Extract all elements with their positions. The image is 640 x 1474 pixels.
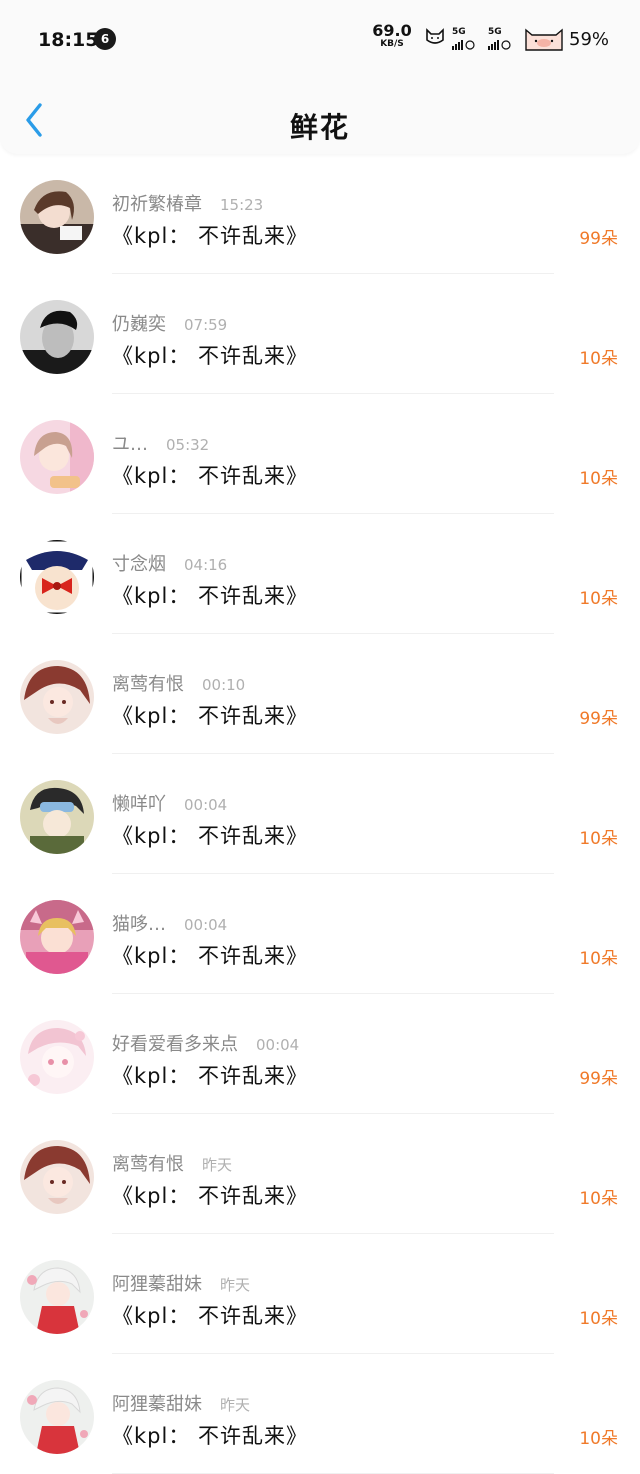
flower-count: 10朵	[579, 589, 618, 609]
gift-message: 《kpl： 不许乱来》	[112, 464, 309, 488]
list-item[interactable]: 寸念烟 04:16 《kpl： 不许乱来》 10朵	[0, 514, 640, 634]
flower-count: 10朵	[579, 949, 618, 969]
sender-name-text: 初祈繁椿章	[112, 194, 202, 215]
signal-1-label: 5G	[452, 27, 466, 37]
gift-message: 《kpl： 不许乱来》	[112, 224, 309, 248]
signal-2-icon: 5G	[488, 27, 514, 51]
sender-name-text: 离莺有恨	[112, 674, 184, 695]
sender-name: 阿狸蓁甜妹 昨天	[112, 1390, 250, 1416]
list-item[interactable]: 好看爱看多来点 00:04 《kpl： 不许乱来》 99朵	[0, 994, 640, 1114]
status-bar: 18:15 6 69.0 KB/S 5G 5G 59%	[0, 0, 640, 80]
sender-name-text: 离莺有恨	[112, 1154, 184, 1175]
sender-name-text: 阿狸蓁甜妹	[112, 1394, 202, 1415]
page-title: 鲜花	[289, 111, 350, 144]
gift-message: 《kpl： 不许乱来》	[112, 1184, 309, 1208]
signal-1-icon: 5G	[452, 27, 478, 51]
net-speed-unit: KB/S	[380, 39, 404, 49]
avatar[interactable]	[20, 660, 94, 734]
flower-count: 99朵	[579, 229, 618, 249]
avatar[interactable]	[20, 1380, 94, 1454]
sender-name-text: 阿狸蓁甜妹	[112, 1274, 202, 1295]
flower-count: 10朵	[579, 1309, 618, 1329]
gift-message: 《kpl： 不许乱来》	[112, 584, 309, 608]
sender-name: 离莺有恨 昨天	[112, 1150, 232, 1176]
sender-name: 离莺有恨 00:10	[112, 670, 245, 696]
sender-name-text: 猫哆…	[112, 914, 166, 935]
sender-name: ユ… 05:32	[112, 430, 209, 456]
list-item[interactable]: 阿狸蓁甜妹 昨天 《kpl： 不许乱来》 10朵	[0, 1354, 640, 1474]
gift-message: 《kpl： 不许乱来》	[112, 1304, 309, 1328]
avatar[interactable]	[20, 1140, 94, 1214]
status-time: 18:15	[38, 29, 99, 51]
sender-name: 仍巍奕 07:59	[112, 310, 227, 336]
list-item[interactable]: 离莺有恨 00:10 《kpl： 不许乱来》 99朵	[0, 634, 640, 754]
list-item[interactable]: ユ… 05:32 《kpl： 不许乱来》 10朵	[0, 394, 640, 514]
avatar[interactable]	[20, 540, 94, 614]
sender-name-text: 寸念烟	[112, 554, 166, 575]
sent-time: 00:04	[184, 796, 228, 814]
avatar[interactable]	[20, 180, 94, 254]
wifi-cat-icon	[424, 26, 446, 52]
gift-message: 《kpl： 不许乱来》	[112, 944, 309, 968]
sent-time: 00:04	[256, 1036, 300, 1054]
flower-count: 10朵	[579, 829, 618, 849]
sender-name: 好看爱看多来点 00:04	[112, 1030, 299, 1056]
gift-message: 《kpl： 不许乱来》	[112, 344, 309, 368]
sent-time: 05:32	[166, 436, 210, 454]
battery-level: 59%	[569, 29, 610, 50]
flower-list: 初祈繁椿章 15:23 《kpl： 不许乱来》 99朵 仍巍奕 07:59 《kpl…	[0, 154, 640, 1474]
sender-name-text: 懒咩吖	[112, 794, 166, 815]
net-speed: 69.0 KB/S	[372, 23, 412, 49]
flower-count: 99朵	[579, 1069, 618, 1089]
signal-2-label: 5G	[488, 27, 502, 37]
battery-cat-icon	[522, 24, 568, 58]
flower-count: 10朵	[579, 349, 618, 369]
sent-time: 昨天	[202, 1156, 233, 1174]
sent-time: 00:04	[184, 916, 228, 934]
net-speed-value: 69.0	[372, 21, 412, 40]
sender-name: 猫哆… 00:04	[112, 910, 227, 936]
list-item[interactable]: 阿狸蓁甜妹 昨天 《kpl： 不许乱来》 10朵	[0, 1234, 640, 1354]
gift-message: 《kpl： 不许乱来》	[112, 1424, 309, 1448]
flower-count: 10朵	[579, 1189, 618, 1209]
avatar[interactable]	[20, 1020, 94, 1094]
sent-time: 04:16	[184, 556, 228, 574]
sender-name-text: ユ…	[112, 434, 148, 455]
list-item[interactable]: 猫哆… 00:04 《kpl： 不许乱来》 10朵	[0, 874, 640, 994]
sent-time: 07:59	[184, 316, 228, 334]
gift-message: 《kpl： 不许乱来》	[112, 1064, 309, 1088]
flower-count: 99朵	[579, 709, 618, 729]
sender-name: 初祈繁椿章 15:23	[112, 190, 263, 216]
flower-count: 10朵	[579, 1429, 618, 1449]
notification-badge: 6	[94, 28, 116, 50]
sent-time: 昨天	[220, 1396, 251, 1414]
list-item[interactable]: 仍巍奕 07:59 《kpl： 不许乱来》 10朵	[0, 274, 640, 394]
sender-name: 懒咩吖 00:04	[112, 790, 227, 816]
avatar[interactable]	[20, 900, 94, 974]
list-item[interactable]: 懒咩吖 00:04 《kpl： 不许乱来》 10朵	[0, 754, 640, 874]
gift-message: 《kpl： 不许乱来》	[112, 824, 309, 848]
sent-time: 15:23	[220, 196, 264, 214]
sent-time: 00:10	[202, 676, 246, 694]
flower-count: 10朵	[579, 469, 618, 489]
avatar[interactable]	[20, 1260, 94, 1334]
avatar[interactable]	[20, 300, 94, 374]
sender-name: 阿狸蓁甜妹 昨天	[112, 1270, 250, 1296]
gift-message: 《kpl： 不许乱来》	[112, 704, 309, 728]
sender-name: 寸念烟 04:16	[112, 550, 227, 576]
sender-name-text: 好看爱看多来点	[112, 1034, 238, 1055]
header-bar: 18:15 6 69.0 KB/S 5G 5G 59% 鲜花	[0, 0, 640, 154]
avatar[interactable]	[20, 420, 94, 494]
list-item[interactable]: 初祈繁椿章 15:23 《kpl： 不许乱来》 99朵	[0, 154, 640, 274]
sent-time: 昨天	[220, 1276, 251, 1294]
sender-name-text: 仍巍奕	[112, 314, 166, 335]
list-item[interactable]: 离莺有恨 昨天 《kpl： 不许乱来》 10朵	[0, 1114, 640, 1234]
avatar[interactable]	[20, 780, 94, 854]
